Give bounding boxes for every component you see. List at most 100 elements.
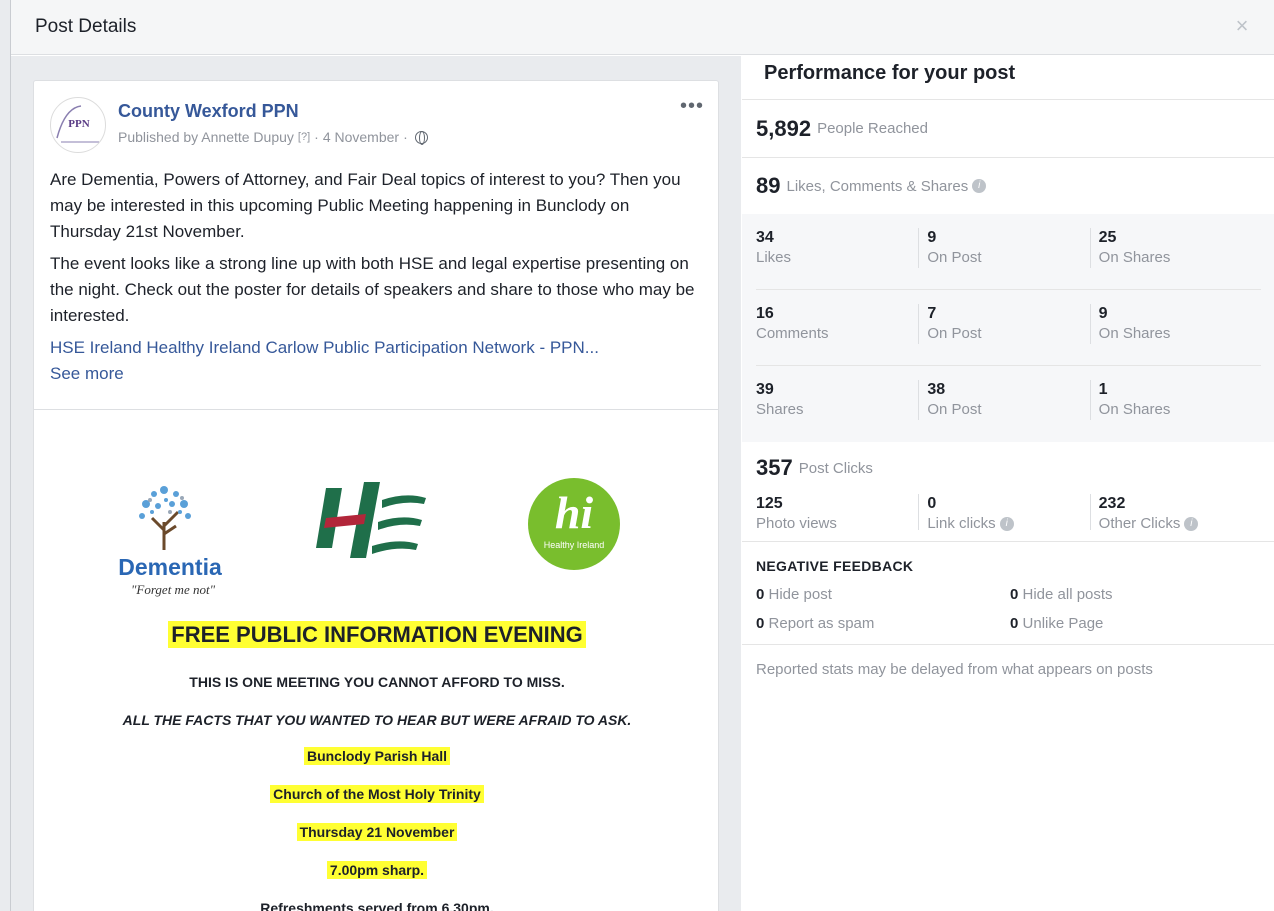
modal-title: Post Details (35, 16, 137, 37)
stat-value: 125 (756, 495, 783, 512)
close-icon[interactable]: × (1232, 15, 1252, 37)
negative-value: 0 (1010, 615, 1019, 632)
shares-row: 39 Shares 38 On Post 1 On Shares (756, 366, 1261, 442)
performance-pane: Performance for your post 5,892 People R… (742, 56, 1274, 911)
negative-label: Hide post (768, 586, 832, 603)
stat-label: On Shares (1098, 401, 1171, 418)
dementia-tagline: "Forget me not" (130, 582, 216, 597)
poster-line: THIS IS ONE MEETING YOU CANNOT AFFORD TO… (189, 674, 565, 690)
modal-header: Post Details × (11, 0, 1274, 55)
negative-feedback-grid: 0 Hide post 0 Hide all posts 0 Report as… (742, 574, 1274, 645)
page-name-link[interactable]: County Wexford PPN (118, 101, 299, 122)
poster-date-text: Thursday 21 November (296, 823, 458, 841)
negative-item: 0 Hide post (756, 586, 1010, 603)
globe-icon[interactable] (414, 130, 428, 145)
post-meta: Published by Annette Dupuy [?] · 4 Novem… (118, 129, 428, 145)
poster-church: Church of the Most Holy Trinity (34, 785, 718, 803)
stat-label: Link clicks i (927, 514, 1089, 534)
stat-value: 38 (927, 381, 946, 398)
poster-venue: Bunclody Parish Hall (34, 747, 718, 765)
info-icon[interactable]: i (999, 517, 1014, 532)
likes-row: 34 Likes 9 On Post 25 On Shares (756, 214, 1261, 290)
stats-disclaimer: Reported stats may be delayed from what … (756, 661, 1153, 678)
stat-label: Likes (756, 249, 792, 266)
negative-value: 0 (756, 586, 765, 603)
poster-date: Thursday 21 November (34, 823, 718, 841)
stat-label: Shares (756, 401, 804, 418)
stat-label: On Post (927, 401, 982, 418)
stat-label-text: Link clicks (927, 515, 996, 532)
stat-cell: 1 On Shares (1089, 380, 1261, 420)
negative-label: Report as spam (768, 615, 875, 632)
post-clicks-value: 357 (756, 455, 793, 480)
stat-value: 232 (1098, 495, 1126, 512)
engagement-breakdown: 34 Likes 9 On Post 25 On Shares 16 Comments … (742, 214, 1274, 442)
stat-value: 39 (756, 381, 774, 398)
post-clicks-row: 357 Post Clicks (742, 442, 1274, 494)
stat-value: 7 (927, 305, 937, 322)
info-icon[interactable]: i (1184, 517, 1199, 532)
poster-venue-text: Bunclody Parish Hall (303, 747, 451, 765)
negative-label: Unlike Page (1022, 615, 1104, 632)
post-card: PPN County Wexford PPN Published by Anne… (33, 80, 719, 911)
stat-cell: 125 Photo views (756, 494, 918, 541)
negative-label: Hide all posts (1022, 586, 1113, 603)
post-date[interactable]: 4 November (323, 129, 399, 145)
meta-separator: · (314, 129, 319, 145)
tree-icon (139, 486, 191, 550)
post-clicks-label: Post Clicks (798, 459, 873, 477)
stat-value: 25 (1098, 229, 1117, 246)
poster-time: 7.00pm sharp. (34, 861, 718, 879)
stat-label: On Shares (1098, 325, 1171, 342)
stat-cell: 38 On Post (918, 380, 1089, 420)
see-more-link[interactable]: See more (50, 361, 702, 387)
hse-logo-icon (316, 482, 426, 558)
stat-label: On Shares (1098, 249, 1171, 266)
stat-value: 16 (756, 305, 774, 322)
stat-value: 0 (927, 495, 937, 512)
poster-time-text: 7.00pm sharp. (326, 861, 428, 879)
avatar[interactable]: PPN (50, 97, 106, 153)
tagged-pages-link[interactable]: HSE Ireland Healthy Ireland Carlow Publi… (50, 335, 702, 361)
post-paragraph: Are Dementia, Powers of Attorney, and Fa… (50, 170, 681, 241)
stat-cell: 0 Link clicks i (918, 494, 1089, 532)
dementia-logo: Dementia "Forget me not" (110, 482, 230, 602)
engagement-label: Likes, Comments & Shares (786, 177, 969, 195)
more-options-icon[interactable]: ••• (680, 95, 704, 118)
poster-line: ALL THE FACTS THAT YOU WANTED TO HEAR BU… (122, 712, 632, 728)
stat-value: 1 (1098, 381, 1108, 398)
poster-headline: FREE PUBLIC INFORMATION EVENING (34, 621, 718, 648)
engagement-row: 89 Likes, Comments & Shares i (742, 158, 1274, 214)
negative-value: 0 (1010, 586, 1019, 603)
stat-cell: 7 On Post (918, 304, 1089, 344)
stat-label: On Post (927, 325, 982, 342)
stat-label: Other Clicks i (1099, 514, 1261, 534)
stat-label: Photo views (756, 515, 837, 532)
stat-cell: 9 On Shares (1089, 304, 1261, 344)
poster-image[interactable]: Dementia "Forget me not" hi Healthy Irel… (34, 409, 718, 911)
stat-label-text: Other Clicks (1098, 515, 1181, 532)
negative-item: 0 Report as spam (756, 615, 1010, 632)
post-header: PPN County Wexford PPN Published by Anne… (34, 81, 718, 157)
post-body: Are Dementia, Powers of Attorney, and Fa… (34, 157, 718, 387)
stat-cell: 39 Shares (756, 380, 918, 442)
stat-value: 9 (1098, 305, 1108, 322)
healthy-ireland-logo: hi Healthy Ireland (528, 478, 620, 570)
hi-label: hi (554, 487, 594, 538)
stat-cell: 232 Other Clicks i (1089, 494, 1261, 532)
dementia-label: Dementia (118, 554, 222, 580)
post-paragraph: The event looks like a strong line up wi… (50, 254, 695, 325)
negative-item: 0 Hide all posts (1010, 586, 1260, 603)
stat-value: 9 (927, 229, 937, 246)
info-icon[interactable]: i (972, 179, 987, 193)
published-marker[interactable]: [?] (298, 131, 310, 143)
poster-headline-text: FREE PUBLIC INFORMATION EVENING (168, 621, 586, 648)
stat-label: Comments (756, 325, 829, 342)
reach-row: 5,892 People Reached (742, 100, 1274, 158)
stat-cell: 25 On Shares (1089, 228, 1261, 268)
stat-cell: 16 Comments (756, 304, 918, 365)
reach-label: People Reached (817, 120, 928, 137)
post-preview-pane: PPN County Wexford PPN Published by Anne… (11, 56, 741, 911)
published-by[interactable]: Published by Annette Dupuy (118, 129, 294, 145)
comments-row: 16 Comments 7 On Post 9 On Shares (756, 290, 1261, 366)
